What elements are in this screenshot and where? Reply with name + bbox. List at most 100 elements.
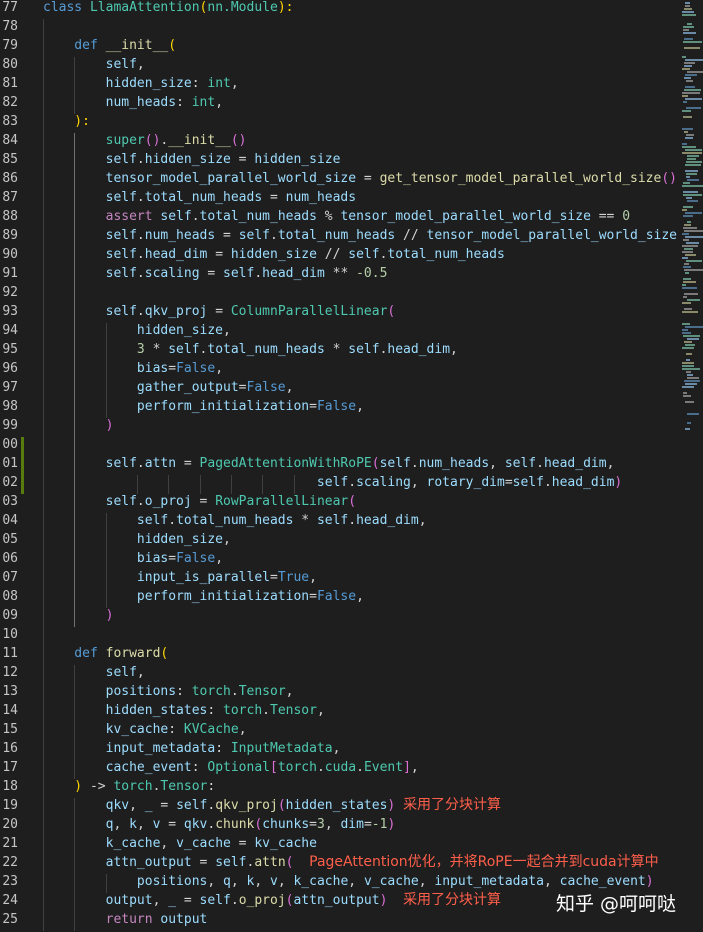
code-line[interactable]: 11 def forward(: [0, 644, 680, 663]
minimap-line: [686, 173, 697, 175]
code-line[interactable]: 99 ): [0, 416, 680, 435]
minimap-line: [686, 134, 694, 136]
code-token: ,: [410, 475, 427, 490]
code-token: super: [43, 133, 145, 148]
code-line[interactable]: 79 def __init__(: [0, 36, 680, 55]
minimap-line: [686, 161, 702, 163]
code-token: output: [43, 893, 153, 908]
minimap-line: [686, 371, 691, 373]
line-number: 12: [2, 665, 18, 680]
code-line[interactable]: 98 perform_initialization=False,: [0, 397, 680, 416]
code-line[interactable]: 93 self.qkv_proj = ColumnParallelLinear(: [0, 302, 680, 321]
code-line[interactable]: 91 self.scaling = self.head_dim ** -0.5: [0, 264, 680, 283]
code-token: ,: [543, 874, 560, 889]
minimap-line: [684, 269, 703, 271]
code-line[interactable]: 80 self,: [0, 55, 680, 74]
code-line[interactable]: 88 assert self.total_num_heads % tensor_…: [0, 207, 680, 226]
indent-guide: [74, 133, 76, 627]
code-line[interactable]: 85 self.hidden_size = hidden_size: [0, 150, 680, 169]
git-change-marker: [21, 437, 24, 494]
code-token: (: [168, 38, 177, 53]
code-line[interactable]: 95 3 * self.total_num_heads * self.head_…: [0, 340, 680, 359]
code-line[interactable]: 07 input_is_parallel=True,: [0, 568, 680, 587]
line-number: 01: [2, 456, 18, 471]
code-token: Tensor: [160, 779, 208, 794]
code-line[interactable]: 92: [0, 283, 680, 302]
code-text: ) -> torch.Tensor:: [43, 777, 215, 796]
code-line[interactable]: 83 ):: [0, 112, 680, 131]
code-token: nn.Module: [207, 0, 278, 15]
code-line[interactable]: 09 ): [0, 606, 680, 625]
code-line[interactable]: 02 self.scaling, rotary_dim=self.head_di…: [0, 473, 680, 492]
line-number: 93: [2, 304, 18, 319]
code-line[interactable]: 22 attn_output = self.attn( PageAttentio…: [0, 853, 680, 872]
code-line[interactable]: 01 self.attn = PagedAttentionWithRoPE(se…: [0, 454, 680, 473]
line-number: 82: [2, 95, 18, 110]
code-token: PagedAttentionWithRoPE: [199, 456, 372, 471]
code-line[interactable]: 82 num_heads: int,: [0, 93, 680, 112]
code-line[interactable]: 17 cache_event: Optional[torch.cuda.Even…: [0, 758, 680, 777]
minimap-line: [682, 233, 689, 235]
code-line[interactable]: 10: [0, 625, 680, 644]
code-line[interactable]: 08 perform_initialization=False,: [0, 587, 680, 606]
minimap-line: [685, 86, 695, 88]
code-line[interactable]: 03 self.o_proj = RowParallelLinear(: [0, 492, 680, 511]
indent-guide: [199, 475, 201, 494]
minimap-line: [682, 68, 690, 70]
code-line[interactable]: 89 self.num_heads = self.total_num_heads…: [0, 226, 680, 245]
code-line[interactable]: 96 bias=False,: [0, 359, 680, 378]
code-line[interactable]: 06 bias=False,: [0, 549, 680, 568]
code-line[interactable]: 12 self,: [0, 663, 680, 682]
code-line[interactable]: 14 hidden_states: torch.Tensor,: [0, 701, 680, 720]
code-line[interactable]: 94 hidden_size,: [0, 321, 680, 340]
code-token: *: [293, 513, 317, 528]
minimap-line: [684, 308, 692, 310]
code-line[interactable]: 16 input_metadata: InputMetadata,: [0, 739, 680, 758]
code-token: total_num_heads: [176, 513, 294, 528]
minimap-line: [682, 302, 691, 304]
code-token: tensor_model_parallel_world_size: [426, 228, 677, 243]
code-line[interactable]: 20 q, k, v = qkv.chunk(chunks=3, dim=-1): [0, 815, 680, 834]
code-line[interactable]: 00: [0, 435, 680, 454]
code-line[interactable]: 90 self.head_dim = hidden_size // self.t…: [0, 245, 680, 264]
code-text: q, k, v = qkv.chunk(chunks=3, dim=-1): [43, 815, 396, 834]
line-number: 15: [2, 722, 18, 737]
code-token: (: [387, 304, 396, 319]
minimap-line: [685, 212, 702, 214]
code-line[interactable]: 05 hidden_size,: [0, 530, 680, 549]
code-line[interactable]: 19 qkv, _ = self.qkv_proj(hidden_states)…: [0, 796, 680, 815]
code-token: head_dim: [387, 342, 451, 357]
code-token: ): [387, 817, 396, 832]
code-line[interactable]: 84 super().__init__(): [0, 131, 680, 150]
code-token: ): [614, 475, 623, 490]
code-token: ,: [410, 760, 419, 775]
code-token: :: [191, 760, 208, 775]
code-token: ColumnParallelLinear: [230, 304, 388, 319]
code-line[interactable]: 87 self.total_num_heads = num_heads: [0, 188, 680, 207]
minimap-line: [684, 248, 693, 250]
code-line[interactable]: 15 kv_cache: KVCache,: [0, 720, 680, 739]
code-line[interactable]: 13 positions: torch.Tensor,: [0, 682, 680, 701]
code-line[interactable]: 97 gather_output=False,: [0, 378, 680, 397]
line-number: 24: [2, 893, 18, 908]
code-token: self: [43, 494, 137, 509]
code-token: head_dim: [262, 266, 325, 281]
code-token: ,: [230, 76, 239, 91]
code-token: self: [316, 513, 349, 528]
code-token: int: [191, 95, 216, 110]
code-token: =: [356, 171, 380, 186]
code-line[interactable]: 86 tensor_model_parallel_world_size = ge…: [0, 169, 680, 188]
code-line[interactable]: 78: [0, 17, 680, 36]
line-number: 86: [2, 171, 18, 186]
code-editor[interactable]: 77 class LlamaAttention(nn.Module): 78 79 d…: [0, 0, 680, 932]
code-token: .: [410, 456, 419, 471]
code-line[interactable]: 21 k_cache, v_cache = kv_cache: [0, 834, 680, 853]
code-line[interactable]: 81 hidden_size: int,: [0, 74, 680, 93]
code-line[interactable]: 18 ) -> torch.Tensor:: [0, 777, 680, 796]
minimap[interactable]: [682, 0, 703, 932]
code-line[interactable]: 04 self.total_num_heads * self.head_dim,: [0, 511, 680, 530]
indent-guide: [74, 665, 76, 779]
line-number: 80: [2, 57, 18, 72]
line-number: 84: [2, 133, 18, 148]
code-line[interactable]: 77 class LlamaAttention(nn.Module):: [0, 0, 680, 17]
